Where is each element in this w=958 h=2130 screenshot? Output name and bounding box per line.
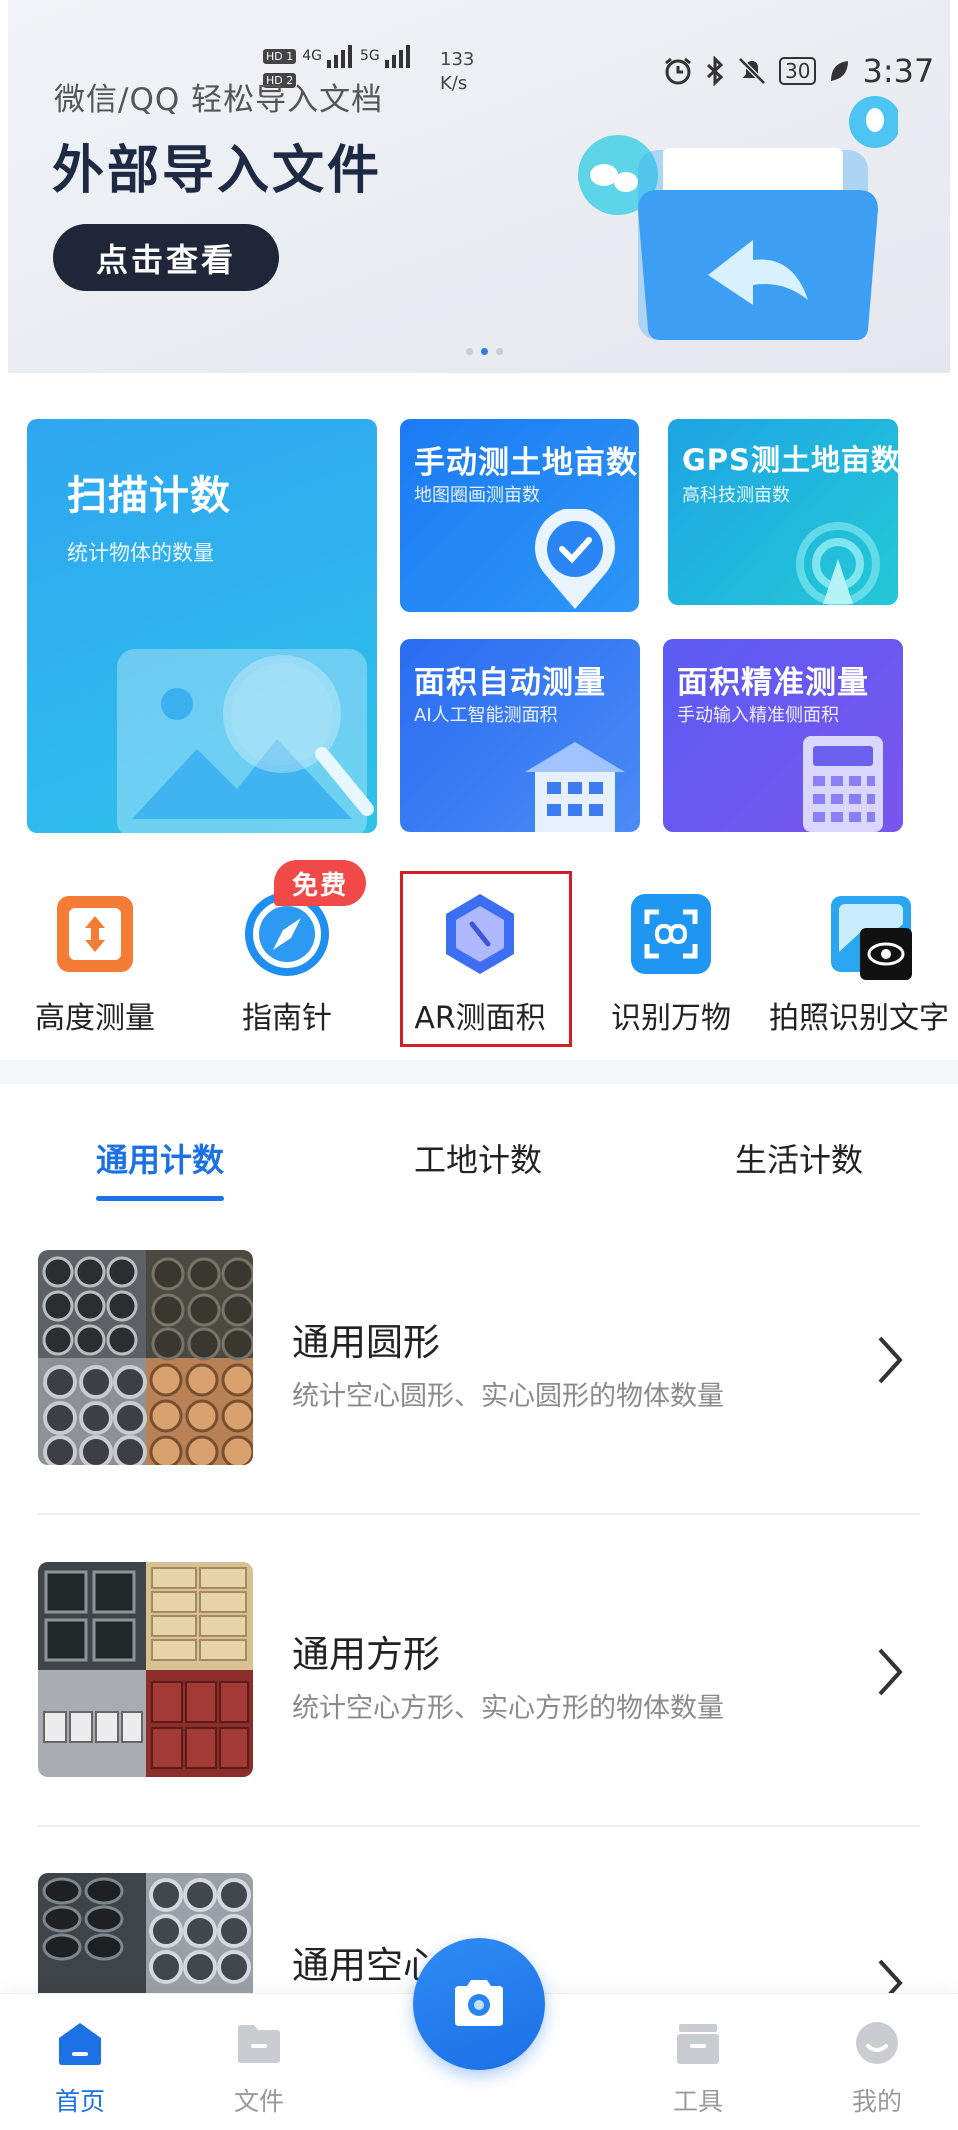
network-speed: 133 K/s: [440, 48, 474, 96]
tool-height-measure[interactable]: 高度测量: [15, 880, 175, 1040]
card-title: 手动测土地亩数: [414, 445, 638, 481]
scan-infinity-icon: [631, 894, 711, 974]
card-subtitle: AI人工智能测面积: [414, 705, 558, 726]
highlight-box: [400, 871, 572, 1047]
card-subtitle: 统计物体的数量: [67, 541, 214, 565]
tab-general-count[interactable]: 通用计数: [96, 1135, 224, 1181]
folder-icon: [238, 2025, 280, 2063]
location-check-icon: [535, 509, 615, 609]
height-measure-icon: [57, 896, 133, 972]
folder-illustration: [578, 96, 898, 340]
tab-life-count[interactable]: 生活计数: [735, 1135, 863, 1181]
clock: 3:37: [862, 52, 935, 90]
list-divider: [38, 1513, 920, 1515]
square-thumbnail: [38, 1562, 253, 1777]
card-title: 扫描计数: [67, 473, 231, 519]
banner-subtitle: 微信/QQ 轻松导入文档: [54, 82, 384, 118]
tool-label: 高度测量: [35, 1001, 155, 1036]
eye-icon[interactable]: [860, 928, 912, 980]
camera-capture-button[interactable]: [413, 1938, 545, 2070]
net2-label: 5G: [360, 48, 380, 64]
alarm-icon: [665, 57, 691, 85]
card-subtitle: 高科技测亩数: [682, 485, 790, 506]
section-divider: [0, 1060, 958, 1084]
tab-site-count[interactable]: 工地计数: [414, 1135, 542, 1181]
bluetooth-icon: [706, 56, 724, 86]
nav-tools[interactable]: 工具: [638, 1994, 758, 2130]
nav-home[interactable]: 首页: [20, 1994, 140, 2130]
round-pipes-image: [38, 1250, 253, 1465]
list-item-title: 通用方形: [292, 1633, 440, 1676]
list-item-general-square[interactable]: 通用方形 统计空心方形、实心方形的物体数量: [38, 1562, 920, 1782]
net1-label: 4G: [302, 48, 323, 64]
leaf-icon: [831, 61, 849, 81]
list-item-title: 通用圆形: [292, 1321, 440, 1364]
nav-label: 文件: [233, 2087, 284, 2116]
chevron-right-icon: [878, 1648, 903, 1696]
banner-view-button[interactable]: 点击查看: [53, 224, 279, 291]
tool-label: 拍照识别文字: [769, 1001, 949, 1036]
status-right: 30 3:37: [663, 52, 934, 90]
card-subtitle: 手动输入精准侧面积: [677, 705, 839, 726]
tool-label: 指南针: [242, 1001, 332, 1036]
precise-area-measure-card[interactable]: 面积精准测量 手动输入精准侧面积: [663, 639, 903, 832]
nav-files[interactable]: 文件: [199, 1994, 319, 2130]
chevron-right-icon: [878, 1336, 903, 1384]
hollow-thumbnail: [38, 1873, 253, 1993]
carousel-dot: [466, 348, 473, 355]
carousel-dots: [466, 348, 503, 355]
radar-signal-icon: [796, 522, 880, 605]
free-badge: 免费: [274, 860, 366, 906]
hollow-tubes-image: [38, 1873, 253, 1993]
chevron-right-icon: [878, 1959, 903, 1993]
active-tab-indicator: [96, 1196, 224, 1201]
banner-carousel[interactable]: HD 1 4G 5G HD 2 133 K/s 30 3:37 微信/QQ 轻松…: [8, 0, 950, 373]
speed-value: 133: [440, 49, 475, 70]
pipes-thumbnail: [38, 1250, 253, 1465]
card-title: 面积自动测量: [414, 665, 606, 701]
battery-level: 30: [779, 57, 817, 85]
list-item-desc: 统计空心圆形、实心圆形的物体数量: [292, 1381, 724, 1412]
image-search-icon: [117, 649, 374, 833]
nav-label: 首页: [54, 2087, 105, 2116]
building-icon: [525, 742, 625, 832]
list-item-desc: 统计空心方形、实心方形的物体数量: [292, 1693, 724, 1724]
banner-title: 外部导入文件: [52, 141, 383, 201]
card-subtitle: 地图圈画测亩数: [414, 485, 540, 506]
list-item-general-circle[interactable]: 通用圆形 统计空心圆形、实心圆形的物体数量: [38, 1250, 920, 1470]
mute-bell-icon: [738, 57, 766, 85]
home-icon: [59, 2023, 101, 2065]
tool-identify-objects[interactable]: 识别万物: [591, 880, 751, 1040]
card-title: GPS测土地亩数: [682, 443, 898, 477]
speed-unit: K/s: [440, 73, 468, 94]
profile-face-icon: [856, 2022, 898, 2064]
nav-label: 工具: [672, 2087, 723, 2116]
tool-label: 识别万物: [611, 1001, 731, 1036]
list-divider: [38, 1825, 920, 1827]
nav-label: 我的: [851, 2087, 902, 2116]
signal-bars-icon: [384, 45, 410, 68]
camera-icon: [455, 1980, 503, 2026]
toolbox-icon: [677, 2024, 719, 2064]
auto-area-measure-card[interactable]: 面积自动测量 AI人工智能测面积: [400, 639, 640, 832]
manual-land-measure-card[interactable]: 手动测土地亩数 地图圈画测亩数: [400, 419, 639, 612]
card-title: 面积精准测量: [677, 665, 869, 701]
square-tubes-image: [38, 1562, 253, 1777]
carousel-dot-active: [481, 348, 488, 355]
sim1-label: HD 1: [263, 48, 297, 64]
scan-count-card[interactable]: 扫描计数 统计物体的数量: [27, 419, 377, 833]
carousel-dot: [496, 348, 503, 355]
calculator-icon: [803, 736, 883, 832]
signal-bars-icon: [327, 45, 353, 68]
nav-mine[interactable]: 我的: [817, 1994, 937, 2130]
gps-land-measure-card[interactable]: GPS测土地亩数 高科技测亩数: [668, 419, 898, 605]
